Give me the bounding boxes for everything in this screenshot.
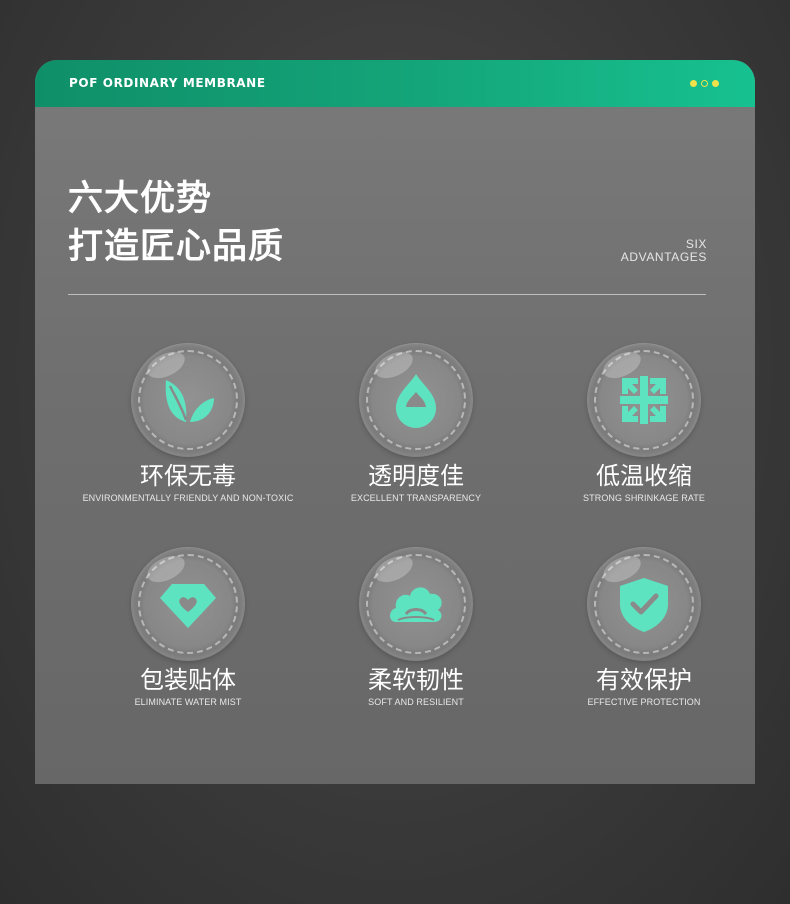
feature-title: 低温收缩: [596, 462, 692, 490]
dot-icon: [690, 80, 697, 87]
dot-ring-icon: [701, 80, 708, 87]
feature-soft: 柔软韧性 SOFT AND RESILIENT: [306, 548, 526, 708]
headline: 六大优势 打造匠心品质: [68, 175, 284, 271]
leaf-icon: [165, 380, 214, 422]
film-disc: [360, 548, 472, 660]
feature-title: 透明度佳: [368, 462, 464, 490]
film-disc: [588, 548, 700, 660]
header-title: POF ORDINARY MEMBRANE: [69, 76, 266, 90]
feature-title: 柔软韧性: [368, 666, 464, 694]
cloud-icon: [390, 587, 442, 622]
feature-fit: 包装贴体 ELIMINATE WATER MIST: [78, 548, 298, 708]
feature-eco: 环保无毒 ENVIRONMENTALLY FRIENDLY AND NON-TO…: [78, 344, 298, 504]
divider: [68, 294, 706, 295]
feature-title: 环保无毒: [140, 462, 236, 490]
feature-subtitle: ENVIRONMENTALLY FRIENDLY AND NON-TOXIC: [82, 493, 294, 503]
side-label: SIX ADVANTAGES: [621, 238, 707, 264]
feature-title: 有效保护: [596, 666, 692, 694]
film-disc: [588, 344, 700, 456]
film-disc: [360, 344, 472, 456]
feature-transparency: 透明度佳 EXCELLENT TRANSPARENCY: [306, 344, 526, 504]
side-label-line-2: ADVANTAGES: [620, 250, 707, 264]
feature-subtitle: STRONG SHRINKAGE RATE: [583, 493, 705, 503]
feature-protection: 有效保护 EFFECTIVE PROTECTION: [534, 548, 754, 708]
headline-line-2: 打造匠心品质: [68, 227, 285, 267]
shield-check-icon: [620, 578, 668, 632]
feature-shrinkage: 低温收缩 STRONG SHRINKAGE RATE: [534, 344, 754, 504]
headline-line-1: 六大优势: [68, 179, 213, 219]
shrink-arrows-icon: [620, 376, 668, 424]
film-disc: [132, 548, 244, 660]
feature-subtitle: EFFECTIVE PROTECTION: [587, 697, 701, 707]
feature-subtitle: ELIMINATE WATER MIST: [134, 697, 242, 707]
feature-subtitle: SOFT AND RESILIENT: [368, 697, 464, 707]
film-disc: [132, 344, 244, 456]
feature-card: POF ORDINARY MEMBRANE 六大优势 打造匠心品质 SIX AD…: [35, 60, 755, 784]
water-drop-icon: [396, 374, 436, 428]
dot-icon: [712, 80, 719, 87]
header-bar: POF ORDINARY MEMBRANE: [35, 60, 755, 107]
diamond-heart-icon: [160, 584, 216, 628]
header-dots: [690, 80, 719, 87]
feature-subtitle: EXCELLENT TRANSPARENCY: [350, 493, 482, 503]
feature-title: 包装贴体: [140, 666, 236, 694]
